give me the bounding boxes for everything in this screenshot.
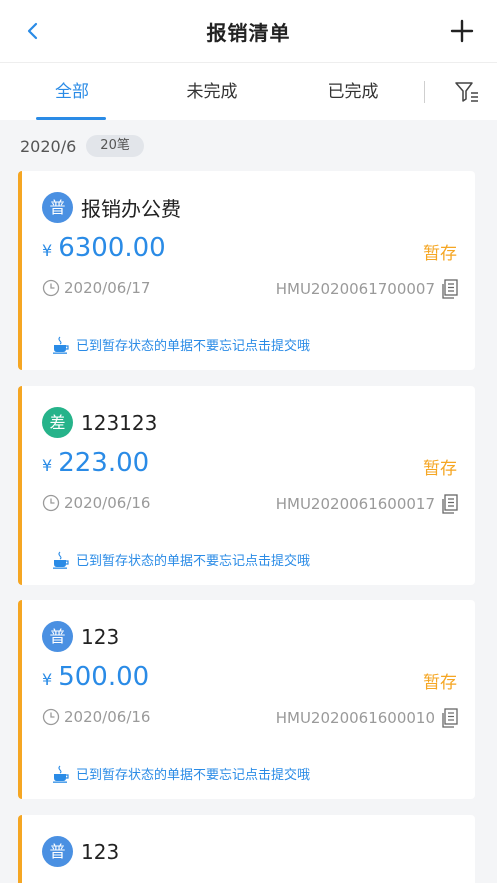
reminder-tip: 已到暂存状态的单据不要忘记点击提交哦 bbox=[52, 550, 310, 569]
document-icon[interactable] bbox=[441, 494, 459, 514]
avatar: 差 bbox=[42, 407, 73, 438]
page-title: 报销清单 bbox=[206, 20, 291, 45]
document-code: HMU2020061600010 bbox=[275, 709, 435, 727]
document-icon[interactable] bbox=[441, 279, 459, 299]
card-name: 123123 bbox=[81, 410, 158, 435]
card-header: 差 123123 bbox=[42, 407, 157, 438]
tab-all[interactable]: 全部 bbox=[22, 63, 122, 121]
card-header: 普 123 bbox=[42, 621, 119, 652]
cup-icon bbox=[53, 765, 69, 783]
card-date: 2020/06/16 bbox=[42, 708, 150, 726]
group-header: 2020/6 20笔 bbox=[20, 134, 144, 158]
document-icon[interactable] bbox=[441, 708, 459, 728]
reminder-tip: 已到暂存状态的单据不要忘记点击提交哦 bbox=[52, 335, 310, 354]
currency-symbol: ¥ bbox=[42, 456, 53, 475]
card-header: 普 报销办公费 bbox=[42, 192, 181, 223]
cup-icon bbox=[53, 551, 69, 569]
card-code: HMU2020061600017 bbox=[276, 494, 459, 514]
reminder-tip: 已到暂存状态的单据不要忘记点击提交哦 bbox=[52, 764, 310, 783]
status-badge: 暂存 bbox=[423, 673, 457, 693]
document-code: HMU2020061700007 bbox=[275, 280, 435, 298]
amount-value: 223.00 bbox=[58, 448, 150, 478]
card-name: 123 bbox=[81, 839, 120, 864]
avatar: 普 bbox=[42, 192, 73, 223]
expense-card[interactable]: 普 123 bbox=[18, 815, 475, 883]
clock-icon bbox=[42, 279, 60, 297]
tab-bar: 全部 未完成 已完成 bbox=[0, 62, 497, 120]
card-amount: ¥ 6300.00 bbox=[42, 233, 166, 263]
currency-symbol: ¥ bbox=[42, 670, 53, 689]
filter-icon[interactable] bbox=[454, 80, 480, 104]
tip-text: 已到暂存状态的单据不要忘记点击提交哦 bbox=[76, 554, 311, 569]
date-text: 2020/06/16 bbox=[64, 708, 151, 726]
avatar: 普 bbox=[42, 621, 73, 652]
expense-card[interactable]: 普 报销办公费 ¥ 6300.00 暂存 2020/06/17 HMU20200… bbox=[18, 171, 475, 370]
card-date: 2020/06/17 bbox=[42, 279, 150, 297]
active-tab-indicator bbox=[36, 117, 106, 120]
card-header: 普 123 bbox=[42, 836, 119, 867]
clock-icon bbox=[42, 708, 60, 726]
date-text: 2020/06/17 bbox=[64, 279, 151, 297]
card-name: 报销办公费 bbox=[81, 197, 181, 221]
group-count-badge: 20笔 bbox=[86, 135, 144, 157]
tab-completed[interactable]: 已完成 bbox=[303, 63, 403, 121]
amount-value: 6300.00 bbox=[58, 233, 166, 263]
expense-card[interactable]: 普 123 ¥ 500.00 暂存 2020/06/16 HMU20200616… bbox=[18, 600, 475, 799]
group-date: 2020/6 bbox=[20, 136, 77, 156]
card-name: 123 bbox=[81, 624, 120, 649]
avatar: 普 bbox=[42, 836, 73, 867]
status-badge: 暂存 bbox=[423, 459, 457, 479]
date-text: 2020/06/16 bbox=[64, 494, 151, 512]
nav-bar: 报销清单 bbox=[0, 0, 497, 62]
tip-text: 已到暂存状态的单据不要忘记点击提交哦 bbox=[76, 339, 311, 354]
currency-symbol: ¥ bbox=[42, 241, 53, 260]
add-icon[interactable] bbox=[449, 18, 475, 44]
clock-icon bbox=[42, 494, 60, 512]
tab-incomplete[interactable]: 未完成 bbox=[162, 63, 262, 121]
card-date: 2020/06/16 bbox=[42, 494, 150, 512]
card-amount: ¥ 500.00 bbox=[42, 662, 149, 692]
document-code: HMU2020061600017 bbox=[275, 495, 435, 513]
amount-value: 500.00 bbox=[58, 662, 150, 692]
card-code: HMU2020061600010 bbox=[276, 708, 459, 728]
tip-text: 已到暂存状态的单据不要忘记点击提交哦 bbox=[76, 768, 311, 783]
expense-card[interactable]: 差 123123 ¥ 223.00 暂存 2020/06/16 HMU20200… bbox=[18, 386, 475, 585]
back-arrow-icon[interactable] bbox=[22, 20, 44, 42]
tab-divider bbox=[424, 81, 425, 103]
status-badge: 暂存 bbox=[423, 244, 457, 264]
card-amount: ¥ 223.00 bbox=[42, 448, 149, 478]
card-code: HMU2020061700007 bbox=[276, 279, 459, 299]
cup-icon bbox=[53, 336, 69, 354]
